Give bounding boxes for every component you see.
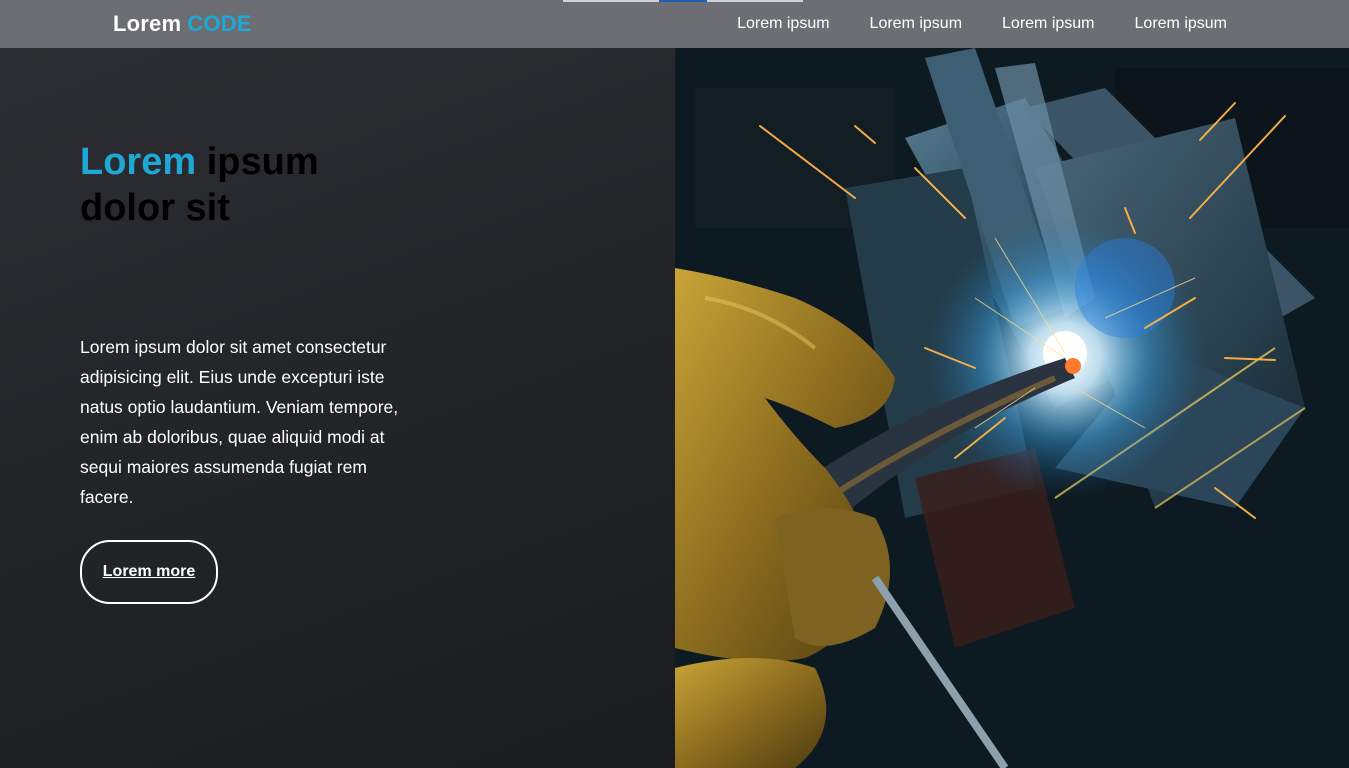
read-more-label: Lorem more (102, 563, 196, 580)
nav-link-2[interactable]: Lorem ipsum (870, 15, 962, 33)
hero-headline: Lorem ipsum dolor sit (80, 139, 400, 231)
headline-line-1: ipsum (206, 141, 319, 183)
top-progress-strip (563, 0, 803, 2)
logo[interactable]: Lorem CODE (113, 11, 252, 37)
page: Lorem CODE Lorem ipsum Lorem ipsum Lorem … (0, 0, 1349, 768)
welding-illustration (675, 48, 1349, 768)
hero-paragraph: Lorem ipsum dolor sit amet consectetur a… (80, 337, 399, 507)
logo-main: Lorem (113, 11, 182, 36)
nav-link-3[interactable]: Lorem ipsum (1002, 15, 1094, 33)
read-more-button[interactable]: Lorem more (80, 540, 218, 604)
headline-line-2: dolor sit (80, 187, 230, 229)
nav-link-4[interactable]: Lorem ipsum (1135, 15, 1227, 33)
headline-accent: Lorem (80, 141, 197, 183)
logo-accent: CODE (187, 11, 252, 36)
welding-photo (675, 48, 1349, 768)
nav-link-1[interactable]: Lorem ipsum (737, 15, 829, 33)
main-nav: Lorem ipsum Lorem ipsum Lorem ipsum Lore… (697, 15, 1227, 33)
site-header: Lorem CODE Lorem ipsum Lorem ipsum Lorem … (0, 0, 1349, 48)
